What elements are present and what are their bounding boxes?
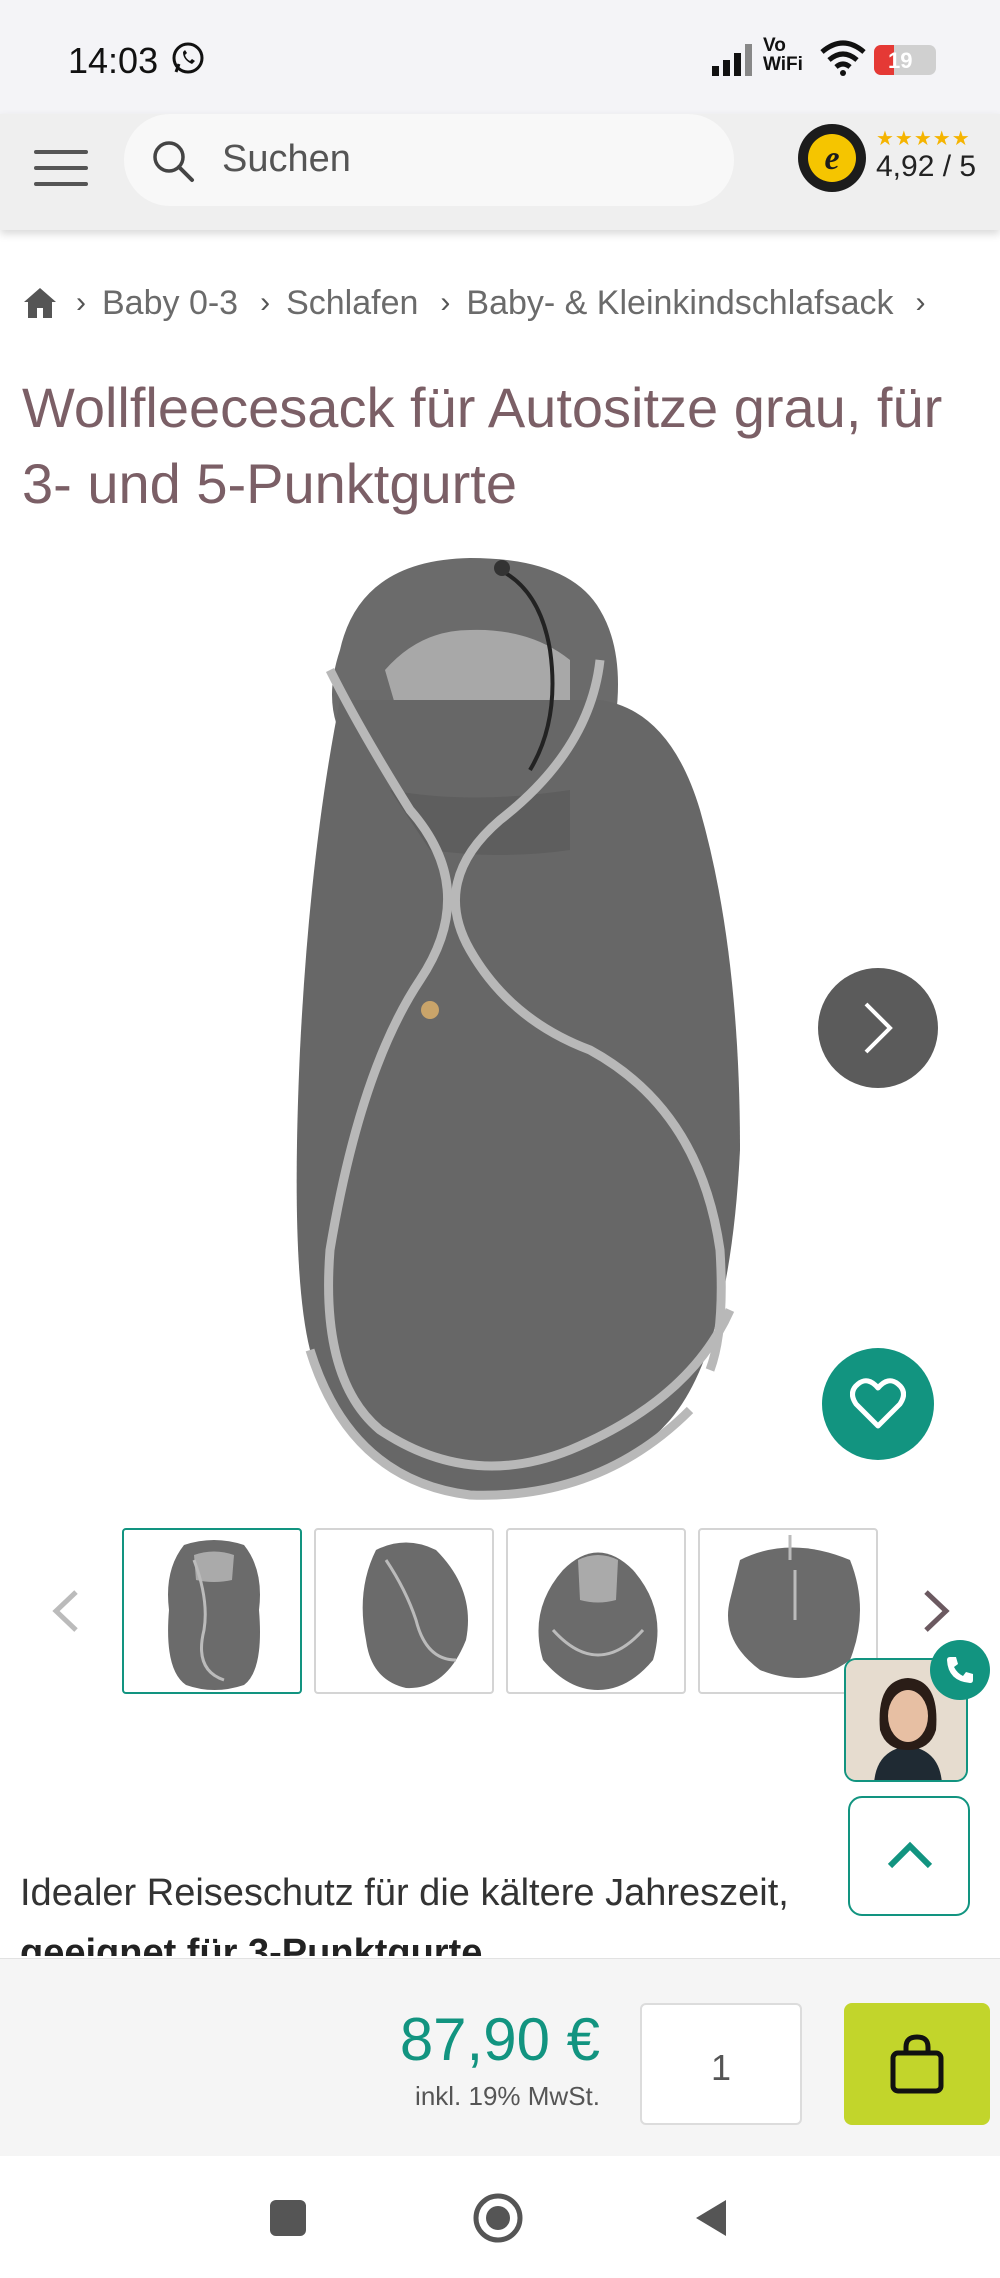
product-image[interactable]: [270, 550, 770, 1500]
home-nav-button[interactable]: [472, 2192, 524, 2244]
search-icon: [153, 141, 194, 182]
recent-apps-button[interactable]: [270, 2200, 306, 2236]
buy-bar: 87,90 € inkl. 19% MwSt. 1: [0, 1958, 1000, 2156]
chevron-up-icon: [887, 1841, 933, 1869]
site-header: Suchen e ★★★★★ 4,92 / 5: [0, 114, 1000, 230]
chevron-right-icon: ›: [915, 286, 926, 319]
phone-icon: [947, 1657, 973, 1683]
product-title: Wollfleecesack für Autositze grau, für 3…: [22, 376, 943, 515]
whatsapp-icon: [172, 42, 204, 74]
thumbnail-3[interactable]: [506, 1528, 686, 1694]
vowifi-label: Vo WiFi: [763, 35, 803, 75]
status-bar: 14:03 Vo WiFi 19: [0, 0, 1000, 114]
status-time: 14:03: [68, 40, 159, 81]
back-button[interactable]: [690, 2196, 730, 2240]
breadcrumb: › Baby 0-3 › Schlafen › Baby- & Kleinkin…: [22, 278, 942, 328]
battery-level: 19: [888, 48, 913, 73]
product-description-more: geeignet für 3-Punktgurte: [20, 1932, 483, 1956]
wifi-icon: [820, 40, 866, 76]
battery-indicator: 19: [874, 45, 936, 75]
home-icon[interactable]: [22, 285, 58, 321]
quantity-value: 1: [710, 2047, 732, 2088]
search-placeholder: Suchen: [222, 138, 351, 180]
chevron-right-icon: ›: [260, 286, 271, 319]
add-to-cart-button[interactable]: [844, 2003, 990, 2125]
thumbnail-2[interactable]: [314, 1528, 494, 1694]
chevron-right-icon[interactable]: [916, 1588, 956, 1634]
phone-call-button[interactable]: [930, 1640, 990, 1700]
thumbnail-1[interactable]: [122, 1528, 302, 1694]
quantity-input[interactable]: 1: [640, 2003, 802, 2125]
breadcrumb-item-baby[interactable]: Baby 0-3: [102, 284, 238, 323]
trusted-shops-icon[interactable]: e: [796, 122, 868, 194]
signal-icon: [712, 44, 752, 76]
svg-text:e: e: [824, 140, 839, 177]
rating-stars: ★★★★★: [876, 128, 971, 150]
chevron-right-icon: [864, 1002, 893, 1054]
breadcrumb-item-schlafen[interactable]: Schlafen: [286, 284, 418, 323]
vat-note: inkl. 19% MwSt.: [415, 2081, 600, 2111]
chevron-right-icon: ›: [440, 286, 451, 319]
scroll-to-top-button[interactable]: [848, 1796, 970, 1916]
rating-score: 4,92 / 5: [876, 150, 977, 183]
breadcrumb-item-schlafsack[interactable]: Baby- & Kleinkindschlafsack: [466, 284, 893, 323]
wishlist-button[interactable]: [822, 1348, 934, 1460]
image-next-button[interactable]: [818, 968, 938, 1088]
search-input[interactable]: Suchen: [124, 114, 734, 206]
shopping-bag-icon: [890, 2034, 944, 2094]
product-price: 87,90 €: [399, 2006, 600, 2073]
chevron-left-icon[interactable]: [46, 1588, 86, 1634]
product-description: Idealer Reiseschutz für die kältere Jahr…: [20, 1872, 789, 1914]
menu-icon[interactable]: [32, 136, 90, 200]
chevron-right-icon: ›: [76, 286, 86, 319]
heart-icon: [850, 1378, 906, 1429]
